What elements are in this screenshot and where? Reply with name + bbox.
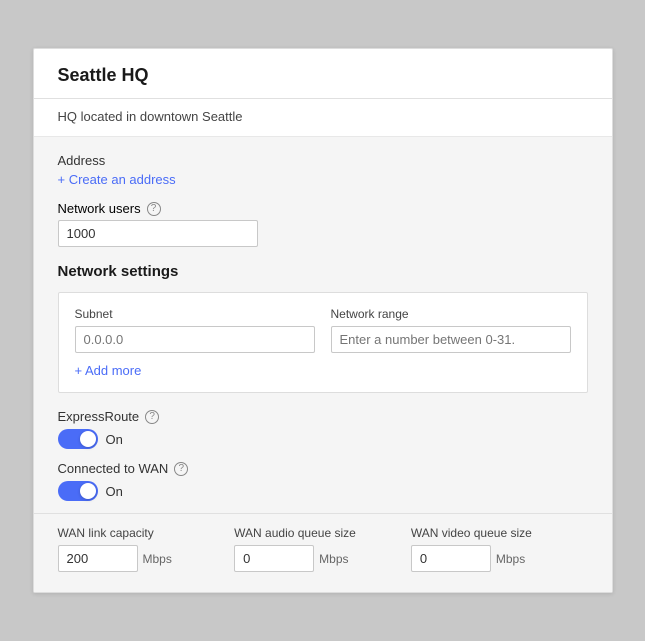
- page-title: Seattle HQ: [58, 65, 588, 86]
- main-card: Seattle HQ HQ located in downtown Seattl…: [33, 48, 613, 593]
- subnet-col: Subnet: [75, 307, 315, 353]
- card-subtitle: HQ located in downtown Seattle: [34, 99, 612, 137]
- wan-video-queue-input[interactable]: [411, 545, 491, 572]
- subnet-label: Subnet: [75, 307, 315, 321]
- subnet-row: Subnet Network range: [75, 307, 571, 353]
- connected-to-wan-help-icon: ?: [174, 462, 188, 476]
- wan-video-queue-input-row: Mbps: [411, 545, 588, 572]
- network-range-col: Network range: [331, 307, 571, 353]
- express-route-label-row: ExpressRoute ?: [58, 409, 588, 424]
- network-range-input[interactable]: [331, 326, 571, 353]
- connected-to-wan-on-label: On: [106, 484, 123, 499]
- create-address-link[interactable]: + Create an address: [58, 172, 588, 187]
- connected-to-wan-toggle[interactable]: [58, 481, 98, 501]
- wan-audio-queue-input-row: Mbps: [234, 545, 411, 572]
- express-route-toggle-group: On: [58, 429, 588, 449]
- subnet-input[interactable]: [75, 326, 315, 353]
- add-more-link[interactable]: + Add more: [75, 363, 571, 378]
- connected-to-wan-group: Connected to WAN ? On: [58, 461, 588, 501]
- network-range-label: Network range: [331, 307, 571, 321]
- network-users-input[interactable]: [58, 220, 258, 247]
- network-users-help-icon: ?: [147, 202, 161, 216]
- network-users-label: Network users: [58, 201, 141, 216]
- wan-video-queue-label: WAN video queue size: [411, 526, 588, 540]
- wan-link-capacity-input[interactable]: [58, 545, 138, 572]
- connected-to-wan-label: Connected to WAN: [58, 461, 169, 476]
- wan-link-capacity-label: WAN link capacity: [58, 526, 235, 540]
- connected-to-wan-slider[interactable]: [58, 481, 98, 501]
- network-users-group: Network users ?: [58, 201, 588, 247]
- card-header: Seattle HQ: [34, 49, 612, 99]
- wan-link-capacity-input-row: Mbps: [58, 545, 235, 572]
- wan-video-queue-col: WAN video queue size Mbps: [411, 526, 588, 572]
- wan-audio-queue-label: WAN audio queue size: [234, 526, 411, 540]
- network-settings-title: Network settings: [58, 263, 588, 280]
- address-group: Address + Create an address: [58, 153, 588, 187]
- wan-row: WAN link capacity Mbps WAN audio queue s…: [34, 513, 612, 576]
- express-route-toggle[interactable]: [58, 429, 98, 449]
- wan-audio-queue-col: WAN audio queue size Mbps: [234, 526, 411, 572]
- network-users-label-row: Network users ?: [58, 201, 588, 216]
- express-route-help-icon: ?: [145, 410, 159, 424]
- wan-audio-queue-input[interactable]: [234, 545, 314, 572]
- express-route-group: ExpressRoute ? On: [58, 409, 588, 449]
- express-route-on-label: On: [106, 432, 123, 447]
- express-route-label: ExpressRoute: [58, 409, 140, 424]
- address-label: Address: [58, 153, 588, 168]
- express-route-slider[interactable]: [58, 429, 98, 449]
- network-settings-box: Subnet Network range + Add more: [58, 292, 588, 393]
- card-body: Address + Create an address Network user…: [34, 137, 612, 592]
- wan-link-capacity-unit: Mbps: [143, 552, 172, 566]
- connected-to-wan-label-row: Connected to WAN ?: [58, 461, 588, 476]
- wan-audio-queue-unit: Mbps: [319, 552, 348, 566]
- connected-to-wan-toggle-group: On: [58, 481, 588, 501]
- wan-link-capacity-col: WAN link capacity Mbps: [58, 526, 235, 572]
- wan-video-queue-unit: Mbps: [496, 552, 525, 566]
